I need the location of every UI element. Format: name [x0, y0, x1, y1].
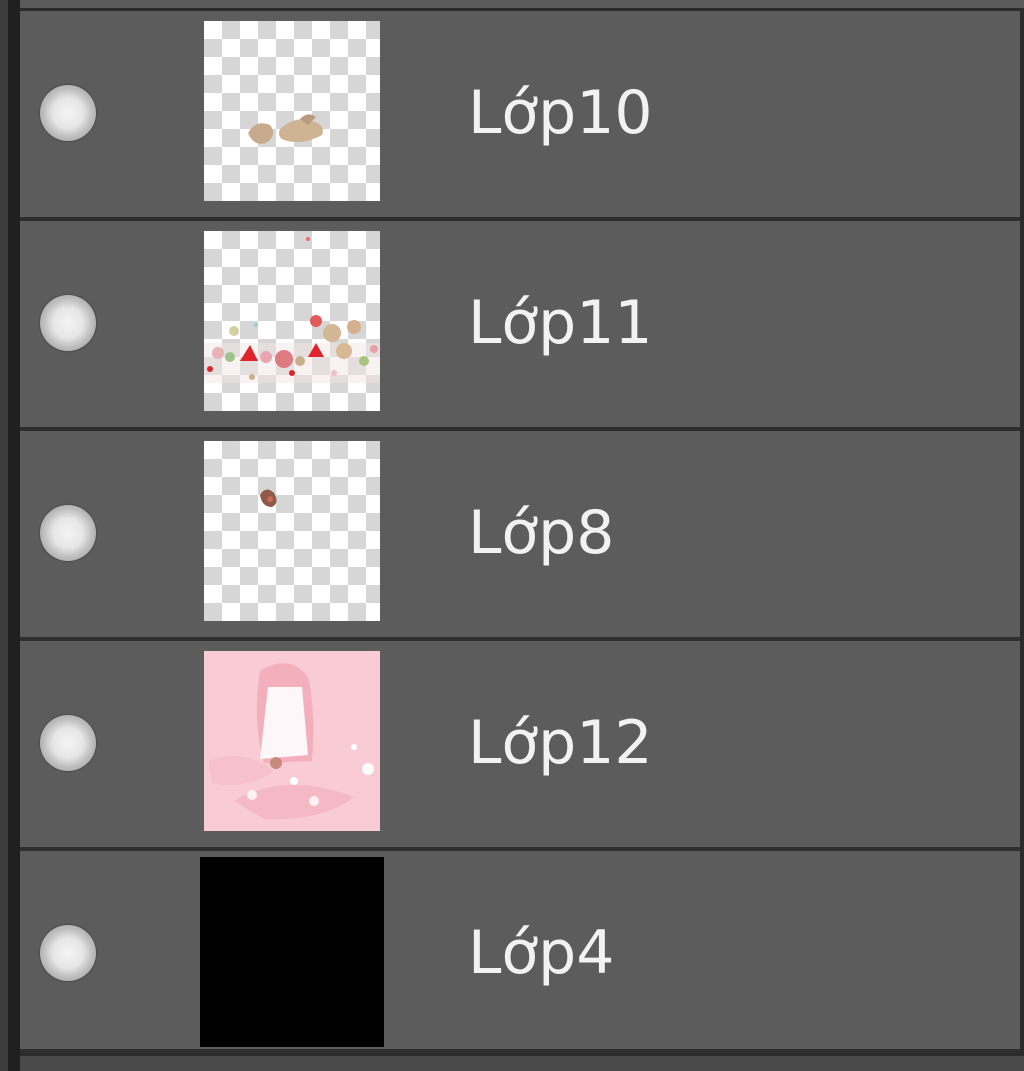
panel-bottom-edge [20, 1056, 1024, 1071]
layer-name: Lớp8 [468, 498, 615, 568]
layer-thumbnail-art [248, 114, 323, 144]
layer-thumbnail-art [260, 489, 277, 507]
layer-row-lop12[interactable]: Lớp12 [20, 641, 1020, 851]
layer-thumbnail [200, 857, 384, 1047]
layer-row-lop8[interactable]: Lớp8 [20, 431, 1020, 641]
visibility-toggle-icon[interactable] [40, 715, 96, 771]
panel-left-border [0, 0, 8, 1071]
layer-thumbnail-art [204, 651, 380, 831]
layer-row-lop10[interactable]: Lớp10 [20, 11, 1020, 221]
layers-panel: Lớp10 Lớp11 Lớp8 Lớp12 Lớp4 [0, 0, 1024, 1071]
previous-layer-row-edge [20, 0, 1024, 11]
layer-thumbnail [204, 21, 380, 201]
layer-name: Lớp11 [468, 288, 653, 358]
layer-name: Lớp4 [468, 918, 615, 988]
layer-row-lop11[interactable]: Lớp11 [20, 221, 1020, 431]
layer-thumbnail [204, 441, 380, 621]
panel-left-gutter [8, 0, 20, 1071]
visibility-toggle-icon[interactable] [40, 85, 96, 141]
visibility-toggle-icon[interactable] [40, 925, 96, 981]
layer-thumbnail [204, 231, 380, 411]
layer-thumbnail [204, 651, 380, 831]
layer-row-lop4[interactable]: Lớp4 [20, 851, 1020, 1053]
layer-name: Lớp12 [468, 708, 653, 778]
layer-thumbnail-art [204, 237, 380, 383]
visibility-toggle-icon[interactable] [40, 505, 96, 561]
layer-list: Lớp10 Lớp11 Lớp8 Lớp12 Lớp4 [20, 11, 1020, 1053]
layer-name: Lớp10 [468, 78, 653, 148]
visibility-toggle-icon[interactable] [40, 295, 96, 351]
